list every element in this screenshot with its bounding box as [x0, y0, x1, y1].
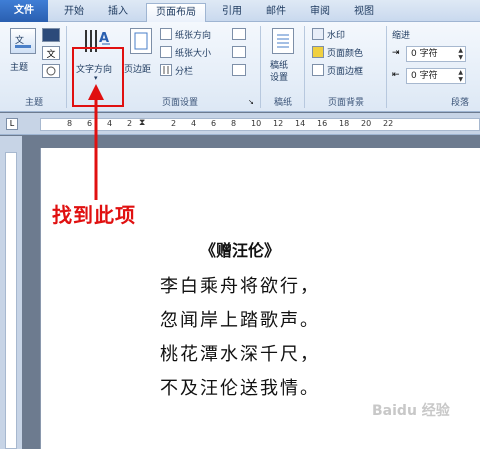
manuscript-icon[interactable]: [272, 28, 294, 54]
ribbon: 文 主题 文 主题 A 文字方向 ▾ 页边距 纸张方向 纸张大小 分栏 页面设置…: [0, 22, 480, 112]
page-border-label[interactable]: 页面边框: [327, 64, 363, 77]
vertical-ruler-bar[interactable]: [5, 152, 17, 449]
group-label-theme: 主题: [24, 98, 43, 108]
group-separator: [304, 26, 305, 108]
theme-icon[interactable]: 文: [10, 28, 36, 54]
indent-label: 缩进: [392, 31, 411, 41]
group-separator: [260, 26, 261, 108]
watermark-text: Baidu 经验: [372, 403, 450, 419]
line-numbers-icon[interactable]: [232, 46, 246, 58]
ruler-number: 14: [295, 119, 306, 128]
group-label-manuscript: 稿纸: [273, 98, 292, 108]
page-setup-launcher-icon[interactable]: ↘: [248, 98, 254, 106]
margins-icon[interactable]: [130, 28, 152, 54]
theme-fonts-icon[interactable]: 文: [42, 46, 60, 60]
theme-effects-icon[interactable]: [42, 64, 60, 78]
indent-left-value: 0 字符: [411, 49, 438, 59]
tab-view[interactable]: 视图: [344, 3, 384, 22]
hyphenation-icon[interactable]: [232, 64, 246, 76]
size-label[interactable]: 纸张大小: [175, 46, 211, 59]
annotation-arrow-icon: [88, 84, 104, 200]
group-separator: [66, 26, 67, 108]
poem-line: 不及汪伦送我情。: [160, 378, 320, 399]
tab-mailings[interactable]: 邮件: [256, 3, 296, 22]
group-label-page-background: 页面背景: [327, 98, 364, 108]
orientation-label[interactable]: 纸张方向: [175, 28, 211, 41]
page-border-icon[interactable]: [312, 64, 324, 76]
breaks-icon[interactable]: [232, 28, 246, 40]
manuscript-label[interactable]: 稿纸 设置: [270, 60, 288, 84]
ruler-number: 16: [317, 119, 328, 128]
size-icon[interactable]: [160, 46, 172, 58]
indent-right-icon: ⇤: [392, 70, 400, 80]
poem-line: 忽闻岸上踏歌声。: [160, 310, 320, 331]
ruler-number: 22: [383, 119, 394, 128]
poem-title: 《赠汪伦》: [199, 241, 280, 260]
ruler-number: 20: [361, 119, 372, 128]
svg-text:文: 文: [15, 34, 24, 46]
indent-right-field[interactable]: 0 字符 ▲ ▼: [406, 68, 466, 84]
ruler-number: 2: [127, 119, 133, 128]
ruler-number: 10: [251, 119, 262, 128]
tab-review[interactable]: 审阅: [300, 3, 340, 22]
spinner-arrows-icon[interactable]: ▲ ▼: [458, 47, 463, 61]
margins-label[interactable]: 页边距: [124, 62, 151, 75]
orientation-icon[interactable]: [160, 28, 172, 40]
columns-label[interactable]: 分栏: [175, 64, 193, 77]
indent-left-field[interactable]: 0 字符 ▲ ▼: [406, 46, 466, 62]
poem-line: 李白乘舟将欲行，: [160, 276, 320, 297]
page-color-icon[interactable]: [312, 46, 324, 58]
columns-icon[interactable]: [160, 64, 172, 76]
ruler-number: 8: [67, 119, 73, 128]
tab-selector-icon[interactable]: L: [6, 118, 18, 130]
spinner-arrows-icon[interactable]: ▲ ▼: [458, 69, 463, 83]
ruler-number: 12: [273, 119, 284, 128]
ruler-number: 6: [211, 119, 217, 128]
tab-references[interactable]: 引用: [212, 3, 252, 22]
tab-page-layout[interactable]: 页面布局: [146, 3, 206, 22]
group-label-page-setup: 页面设置: [161, 98, 198, 108]
tab-home[interactable]: 开始: [54, 3, 94, 22]
ruler-number: 4: [191, 119, 197, 128]
first-line-indent-icon[interactable]: ⧗: [139, 118, 145, 128]
annotation-text: 找到此项: [52, 203, 136, 227]
indent-left-icon: ⇥: [392, 48, 400, 58]
watermark-label[interactable]: 水印: [327, 28, 345, 41]
poem-line: 桃花潭水深千尺，: [160, 344, 320, 365]
ribbon-tab-bar: 文件 开始 插入 页面布局 引用 邮件 审阅 视图: [0, 0, 480, 22]
vertical-ruler: [0, 136, 22, 449]
tab-file[interactable]: 文件: [0, 0, 48, 22]
tab-insert[interactable]: 插入: [98, 3, 138, 22]
watermark-icon[interactable]: [312, 28, 324, 40]
theme-colors-icon[interactable]: [42, 28, 60, 42]
ruler-number: 2: [171, 119, 177, 128]
ruler-number: 8: [231, 119, 237, 128]
page-color-label[interactable]: 页面颜色: [327, 46, 363, 59]
group-label-paragraph: 段落: [450, 98, 469, 108]
ruler-number: 18: [339, 119, 350, 128]
theme-label[interactable]: 主题: [10, 60, 28, 73]
horizontal-ruler: L 8 6 4 2 ⧗ 2 4 6 8 10 12 14 16 18 20 22: [0, 113, 480, 135]
group-separator: [386, 26, 387, 108]
indent-right-value: 0 字符: [411, 71, 438, 81]
